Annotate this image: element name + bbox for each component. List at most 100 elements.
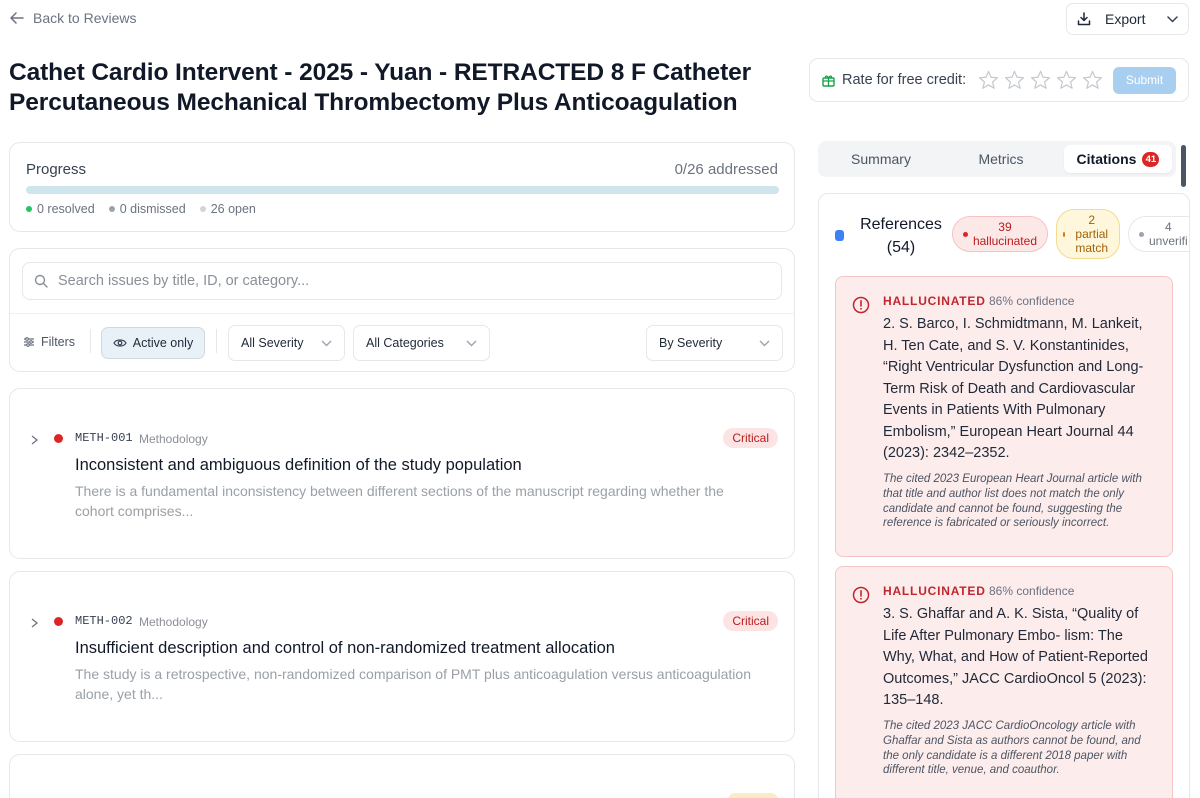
page-title: Cathet Cardio Intervent - 2025 - Yuan - … xyxy=(9,59,752,116)
unverified-filter-pill[interactable]: 4 unverifi xyxy=(1128,216,1189,252)
hallucinated-dot xyxy=(963,231,968,237)
separator xyxy=(216,329,217,353)
rating-label: Rate for free credit: xyxy=(842,72,967,88)
download-icon xyxy=(1077,12,1091,26)
divider xyxy=(10,313,794,314)
issue-description: There is a fundamental inconsistency bet… xyxy=(75,483,724,519)
references-heading: References (54) xyxy=(860,216,942,256)
active-only-label: Active only xyxy=(132,336,194,350)
tab-citations[interactable]: Citations 41 xyxy=(1064,145,1172,173)
filters-button[interactable]: Filters xyxy=(23,335,75,349)
hallucinated-filter-pill[interactable]: 39 hallucinated xyxy=(952,216,1048,252)
citation-confidence: 86% confidence xyxy=(989,584,1075,598)
severity-badge: Critical xyxy=(723,611,778,631)
severity-badge: Critical xyxy=(723,428,778,448)
submit-rating-button[interactable]: Submit xyxy=(1113,66,1176,94)
chevron-down-icon xyxy=(321,340,332,347)
progress-bar xyxy=(26,186,779,194)
back-to-reviews-link[interactable]: Back to Reviews xyxy=(10,10,136,26)
legend-dismissed: 0 dismissed xyxy=(108,202,186,216)
issue-title: Insufficient description and control of … xyxy=(75,639,615,657)
citation-text: 3. S. Ghaffar and A. K. Sista, “Quality … xyxy=(883,606,1148,708)
unverified-pill-text: 4 unverifi xyxy=(1149,220,1188,248)
rating-card: Rate for free credit: Submit xyxy=(809,58,1189,102)
separator xyxy=(90,329,91,353)
severity-dot xyxy=(54,617,63,626)
severity-dot xyxy=(54,434,63,443)
issue-category: Methodology xyxy=(139,615,208,629)
references-panel: References (54) 39 hallucinated 2 partial … xyxy=(818,193,1190,798)
chevron-right-icon[interactable] xyxy=(31,618,38,628)
filter-card: Filters Active only All Severity All Cat… xyxy=(9,248,795,372)
star-icon[interactable] xyxy=(1082,70,1103,90)
star-icon[interactable] xyxy=(1056,70,1077,90)
gift-icon xyxy=(822,74,835,87)
citations-count-badge: 41 xyxy=(1142,151,1160,167)
severity-select-value: All Severity xyxy=(241,336,304,350)
issue-id: METH-001 xyxy=(75,431,133,445)
export-label: Export xyxy=(1105,11,1146,27)
references-marker xyxy=(835,230,844,241)
star-icon[interactable] xyxy=(978,70,999,90)
star-rating xyxy=(978,70,1103,90)
progress-title: Progress xyxy=(26,161,87,178)
unverified-dot xyxy=(1139,231,1144,237)
tab-citations-label: Citations xyxy=(1076,151,1137,167)
filters-label: Filters xyxy=(41,335,76,349)
citation-status: HALLUCINATED xyxy=(883,584,986,598)
category-select[interactable]: All Categories xyxy=(353,325,490,361)
right-panel-tabs: Summary Metrics Citations 41 xyxy=(818,141,1176,177)
issue-category: Methodology xyxy=(139,432,208,446)
issue-title: Inconsistent and ambiguous definition of… xyxy=(75,456,522,474)
issue-description: The study is a retrospective, non-random… xyxy=(75,666,751,702)
issue-card[interactable] xyxy=(9,754,795,798)
alert-circle-icon xyxy=(852,296,870,314)
category-select-value: All Categories xyxy=(366,336,444,350)
citation-note: The cited 2023 European Heart Journal ar… xyxy=(883,473,1142,530)
chevron-down-icon xyxy=(1167,15,1178,23)
search-input[interactable] xyxy=(58,273,770,289)
star-icon[interactable] xyxy=(1030,70,1051,90)
resolved-dot xyxy=(26,206,32,212)
issue-id: METH-002 xyxy=(75,614,133,628)
search-box xyxy=(22,262,782,300)
severity-select[interactable]: All Severity xyxy=(228,325,345,361)
partial-pill-text: 2 partial match xyxy=(1075,213,1109,255)
search-icon xyxy=(34,274,48,288)
sort-select[interactable]: By Severity xyxy=(646,325,783,361)
citation-text: 2. S. Barco, I. Schmidtmann, M. Lankeit,… xyxy=(883,316,1144,461)
citation-confidence: 86% confidence xyxy=(989,294,1075,308)
citation-card[interactable]: HALLUCINATED 86% confidence 2. S. Barco,… xyxy=(835,276,1173,557)
tab-metrics[interactable]: Metrics xyxy=(942,145,1060,173)
arrow-left-icon xyxy=(10,12,24,24)
back-label: Back to Reviews xyxy=(33,10,137,26)
hallucinated-pill-text: 39 hallucinated xyxy=(972,220,1037,248)
severity-badge xyxy=(728,793,778,798)
dismissed-dot xyxy=(108,206,115,212)
progress-legend: 0 resolved 0 dismissed 26 open xyxy=(26,202,256,216)
partial-dot xyxy=(1063,231,1066,237)
scrollbar[interactable] xyxy=(1181,145,1186,187)
issue-card[interactable]: METH-002 Methodology Critical Insufficie… xyxy=(9,571,795,742)
open-dot xyxy=(199,206,206,212)
legend-resolved: 0 resolved xyxy=(26,202,95,216)
citation-note: The cited 2023 JACC CardioOncology artic… xyxy=(883,720,1141,777)
tab-summary[interactable]: Summary xyxy=(822,145,940,173)
export-button[interactable]: Export xyxy=(1066,3,1189,35)
partial-match-filter-pill[interactable]: 2 partial match xyxy=(1056,209,1120,259)
issue-card[interactable]: METH-001 Methodology Critical Inconsiste… xyxy=(9,388,795,559)
active-only-toggle[interactable]: Active only xyxy=(101,327,205,359)
chevron-right-icon[interactable] xyxy=(31,435,38,445)
progress-count: 0/26 addressed xyxy=(674,161,778,178)
chevron-down-icon xyxy=(759,340,770,347)
star-icon[interactable] xyxy=(1004,70,1025,90)
progress-card: Progress 0/26 addressed 0 resolved 0 dis… xyxy=(9,142,795,232)
sort-select-value: By Severity xyxy=(659,336,723,350)
citation-card[interactable]: HALLUCINATED 86% confidence 3. S. Ghaffa… xyxy=(835,566,1173,798)
citation-status: HALLUCINATED xyxy=(883,294,986,308)
sliders-icon xyxy=(23,337,35,347)
legend-open: 26 open xyxy=(199,202,256,216)
eye-icon xyxy=(113,338,127,348)
chevron-down-icon xyxy=(466,340,477,347)
alert-circle-icon xyxy=(852,586,870,604)
